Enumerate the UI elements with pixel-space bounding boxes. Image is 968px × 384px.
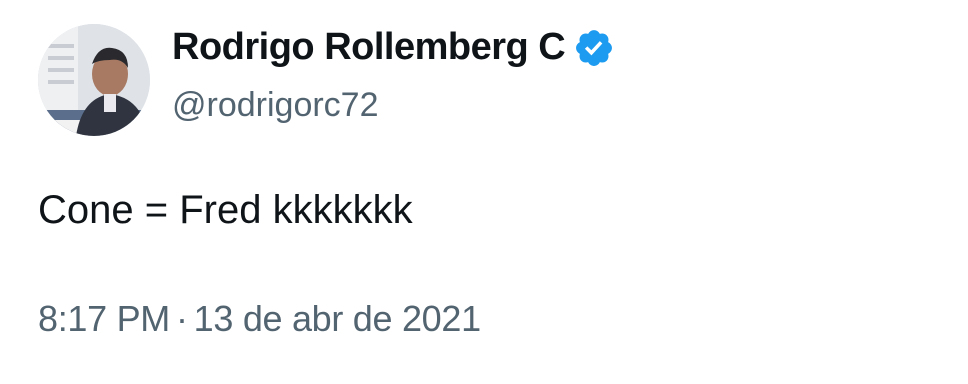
tweet-timestamp[interactable]: 8:17 PM · 13 de abr de 2021 [38, 298, 481, 340]
meta-separator: · [175, 298, 188, 339]
verified-badge-icon [573, 27, 615, 69]
author-display-name-row[interactable]: Rodrigo Rollemberg C [172, 26, 615, 69]
tweet-time[interactable]: 8:17 PM [38, 298, 170, 339]
avatar[interactable] [38, 24, 150, 136]
tweet-text: Cone = Fred kkkkkkk [38, 188, 413, 232]
tweet-date[interactable]: 13 de abr de 2021 [194, 298, 481, 339]
author-display-name[interactable]: Rodrigo Rollemberg C [172, 26, 566, 69]
tweet-card: Rodrigo Rollemberg C @rodrigorc72 Cone =… [0, 0, 968, 384]
avatar-image [38, 24, 150, 136]
author-handle[interactable]: @rodrigorc72 [172, 86, 379, 125]
